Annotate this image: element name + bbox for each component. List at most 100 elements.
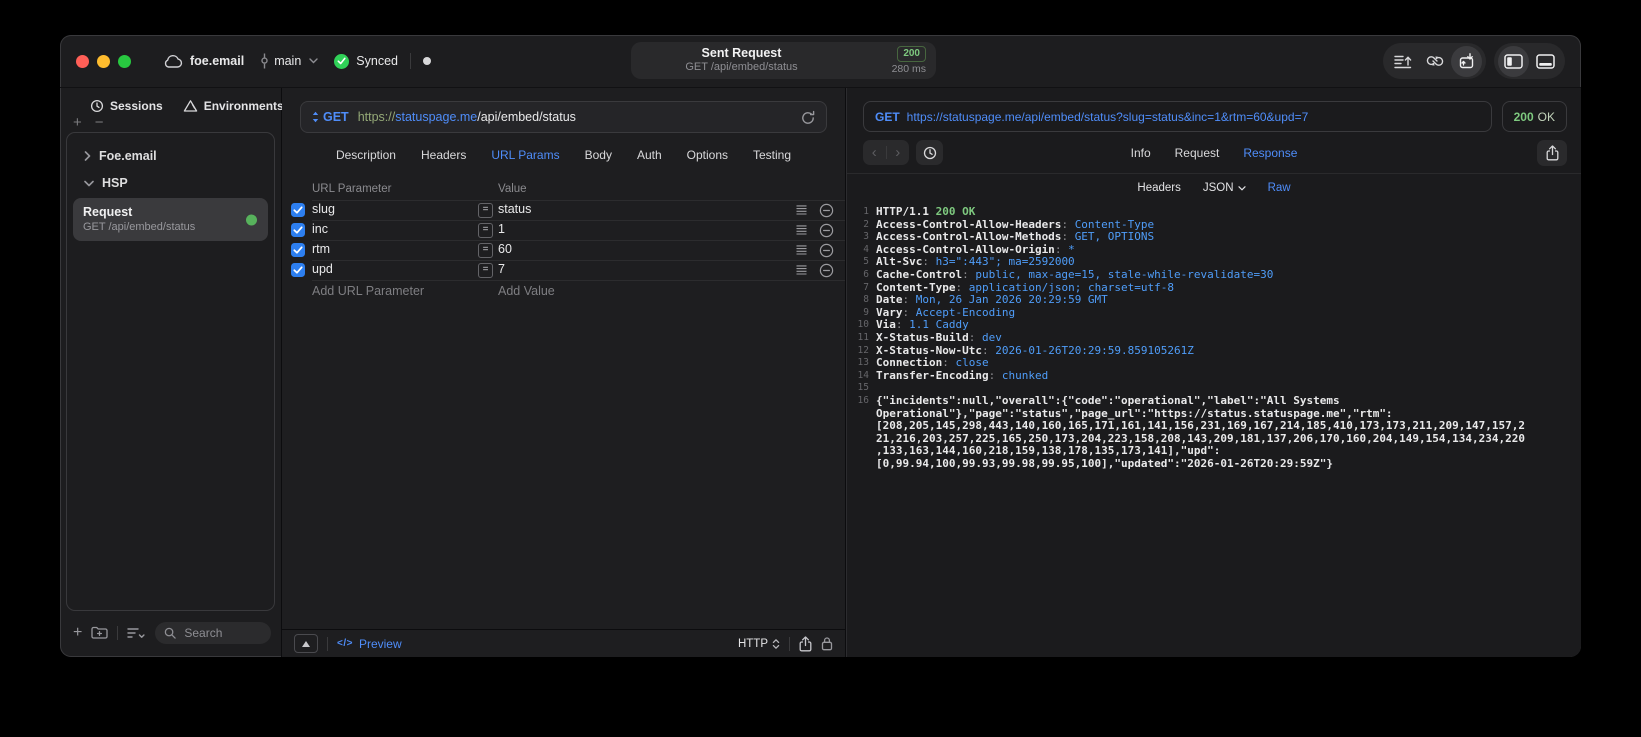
lock-icon[interactable] xyxy=(821,636,833,651)
add-value-placeholder[interactable]: Add Value xyxy=(498,284,555,298)
request-url-bar[interactable]: GET https:// statuspage.me /api/embed/st… xyxy=(300,101,827,133)
url-scheme[interactable]: https:// xyxy=(358,110,396,124)
request-list-item-selected[interactable]: Request GET /api/embed/status xyxy=(73,198,268,241)
toggle-bottom-panel-icon[interactable] xyxy=(1530,46,1561,77)
param-name-field[interactable]: slug xyxy=(312,202,335,216)
param-value-field[interactable]: 7 xyxy=(498,262,505,276)
equals-type-icon[interactable]: = xyxy=(478,243,493,258)
back-icon[interactable]: ‹ xyxy=(872,145,877,160)
remove-row-icon[interactable] xyxy=(819,223,834,238)
reorder-icon[interactable] xyxy=(796,205,807,215)
desktop: foe.email main Synced Sent Request GET /… xyxy=(0,0,1641,737)
minimize-traffic-light[interactable] xyxy=(97,54,110,68)
response-subtab-json[interactable]: JSON xyxy=(1203,182,1246,194)
add-request-button[interactable]: + xyxy=(73,625,82,641)
reorder-icon[interactable] xyxy=(796,225,807,235)
remove-session-button[interactable]: − xyxy=(95,115,104,131)
request-queue-icon[interactable] xyxy=(1387,46,1418,77)
project-switcher[interactable]: foe.email xyxy=(163,54,244,68)
tree-item-foe-email[interactable]: Foe.email xyxy=(67,143,274,170)
tree-item-hsp[interactable]: HSP xyxy=(67,170,274,197)
response-subtab-headers[interactable]: Headers xyxy=(1137,182,1180,194)
tab-headers[interactable]: Headers xyxy=(421,148,466,162)
url-host[interactable]: statuspage.me xyxy=(395,110,477,124)
response-raw-view[interactable]: 1 HTTP/1.1 200 OK 2 Access-Control-Allow-He… xyxy=(847,201,1581,657)
tab-sessions[interactable]: Sessions xyxy=(90,99,163,113)
history-clock-icon[interactable] xyxy=(916,140,943,165)
sync-loop-icon[interactable] xyxy=(1419,46,1450,77)
add-session-button[interactable]: + xyxy=(73,115,82,131)
line-number: 13 xyxy=(857,357,869,369)
synced-check-icon xyxy=(334,53,350,69)
tab-testing[interactable]: Testing xyxy=(753,148,791,162)
refresh-icon[interactable] xyxy=(801,110,815,125)
tab-options[interactable]: Options xyxy=(687,148,728,162)
tab-description[interactable]: Description xyxy=(336,148,396,162)
sent-request-status: 200 280 ms xyxy=(852,46,936,75)
import-response-icon[interactable] xyxy=(1451,45,1482,77)
app-window: foe.email main Synced Sent Request GET /… xyxy=(60,35,1581,657)
reorder-icon[interactable] xyxy=(796,265,807,275)
url-path[interactable]: /api/embed/status xyxy=(477,110,576,124)
remove-row-icon[interactable] xyxy=(819,243,834,258)
response-line: 16 {"incidents":null,"overall":{"code":"o… xyxy=(851,394,1581,471)
footer-divider xyxy=(327,636,328,651)
tab-environments[interactable]: Environments xyxy=(183,99,284,113)
preview-button[interactable]: </> Preview xyxy=(337,637,402,651)
response-tab-request[interactable]: Request xyxy=(1175,146,1220,160)
branch-selector[interactable]: main xyxy=(260,53,318,69)
tab-url-params[interactable]: URL Params xyxy=(491,148,559,162)
sync-status[interactable]: Synced xyxy=(334,53,398,69)
sidebar-tabs: Sessions Environments xyxy=(60,88,284,116)
equals-type-icon[interactable]: = xyxy=(478,263,493,278)
tab-body[interactable]: Body xyxy=(585,148,612,162)
param-enabled-checkbox[interactable] xyxy=(291,243,305,257)
response-tab-info[interactable]: Info xyxy=(1131,146,1151,160)
response-request-url[interactable]: GET https://statuspage.me/api/embed/stat… xyxy=(863,101,1492,132)
expand-console-icon[interactable] xyxy=(294,634,318,653)
equals-type-icon[interactable]: = xyxy=(478,223,493,238)
param-name-field[interactable]: rtm xyxy=(312,242,330,256)
new-folder-icon[interactable] xyxy=(91,626,108,640)
column-header-parameter: URL Parameter xyxy=(312,183,392,195)
param-enabled-checkbox[interactable] xyxy=(291,263,305,277)
forward-icon[interactable]: › xyxy=(895,145,900,160)
param-name-field[interactable]: upd xyxy=(312,262,333,276)
remove-row-icon[interactable] xyxy=(819,203,834,218)
filter-list-icon[interactable] xyxy=(127,627,146,639)
search-input[interactable] xyxy=(182,625,262,641)
toggle-sidebar-icon[interactable] xyxy=(1498,45,1529,77)
equals-type-icon[interactable]: = xyxy=(478,203,493,218)
sent-request-subtitle: GET /api/embed/status xyxy=(685,61,798,74)
response-subtab-raw[interactable]: Raw xyxy=(1268,182,1291,194)
sent-request-summary[interactable]: Sent Request GET /api/embed/status 200 2… xyxy=(631,42,936,79)
param-value-field[interactable]: status xyxy=(498,202,531,216)
method-stepper-icon[interactable] xyxy=(312,111,319,123)
response-tab-response[interactable]: Response xyxy=(1243,146,1297,160)
response-header-line: Transfer-Encoding: chunked xyxy=(876,368,1049,382)
param-enabled-checkbox[interactable] xyxy=(291,223,305,237)
line-number: 6 xyxy=(863,268,869,280)
tab-auth[interactable]: Auth xyxy=(637,148,662,162)
tab-environments-label: Environments xyxy=(203,99,284,113)
sidebar-search[interactable] xyxy=(155,622,271,644)
request-method[interactable]: GET xyxy=(323,110,349,124)
environments-icon xyxy=(183,99,198,113)
response-status-text: OK xyxy=(1537,109,1555,124)
share-icon[interactable] xyxy=(799,635,812,652)
param-name-field[interactable]: inc xyxy=(312,222,328,236)
chevron-down-icon xyxy=(309,58,318,64)
add-param-row[interactable]: Add URL Parameter Add Value xyxy=(282,280,845,302)
remove-row-icon[interactable] xyxy=(819,263,834,278)
add-parameter-placeholder[interactable]: Add URL Parameter xyxy=(312,284,424,298)
param-value-field[interactable]: 60 xyxy=(498,242,512,256)
line-number: 7 xyxy=(863,281,869,293)
duration-label: 280 ms xyxy=(891,63,926,75)
export-icon[interactable] xyxy=(1537,139,1567,166)
close-traffic-light[interactable] xyxy=(76,54,89,68)
param-enabled-checkbox[interactable] xyxy=(291,203,305,217)
reorder-icon[interactable] xyxy=(796,245,807,255)
protocol-selector[interactable]: HTTP xyxy=(738,638,780,650)
zoom-traffic-light[interactable] xyxy=(118,54,131,68)
param-value-field[interactable]: 1 xyxy=(498,222,505,236)
